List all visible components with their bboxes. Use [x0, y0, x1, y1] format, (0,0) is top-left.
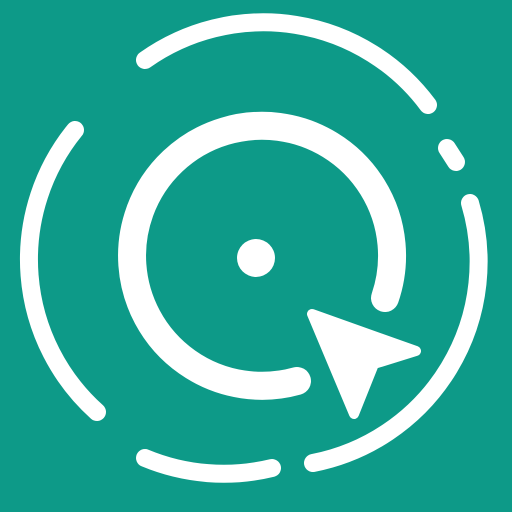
outer-ring-dot-right — [438, 139, 465, 171]
center-dot — [237, 239, 275, 277]
app-icon-tile — [0, 0, 512, 512]
target-cursor-icon — [0, 0, 512, 512]
